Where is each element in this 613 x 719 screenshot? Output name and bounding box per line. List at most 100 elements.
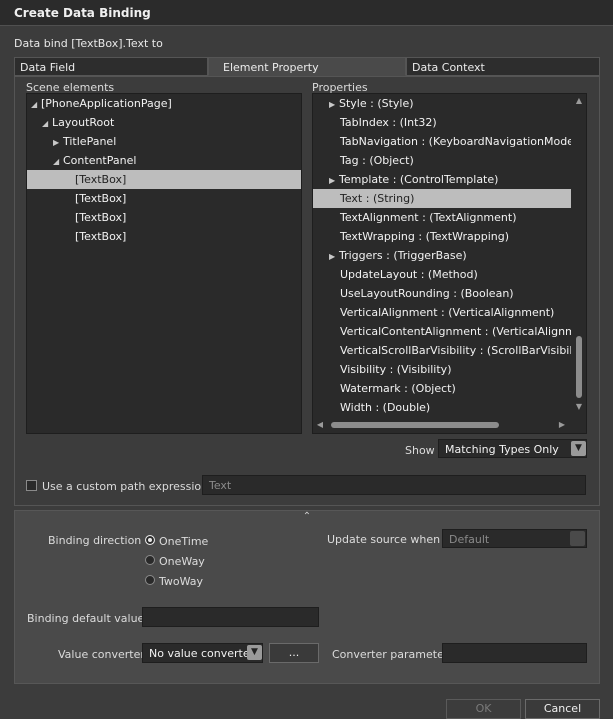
scroll-down-arrow-icon[interactable]: ▼ — [571, 402, 586, 411]
binding-target-label: Data bind [TextBox].Text to — [14, 37, 163, 50]
tree-item-textbox[interactable]: [TextBox] — [27, 227, 301, 246]
property-item[interactable]: UpdateLayout : (Method) — [313, 265, 571, 284]
scroll-right-arrow-icon[interactable]: ▶ — [557, 420, 567, 429]
properties-horizontal-scrollbar[interactable]: ◀ ▶ — [313, 417, 571, 433]
scroll-up-arrow-icon[interactable]: ▲ — [571, 96, 586, 105]
property-item[interactable]: ▶ Template : (ControlTemplate) — [313, 170, 571, 189]
tab-label: Data Context — [412, 61, 485, 74]
property-label: Watermark : (Object) — [340, 382, 456, 395]
binding-default-value-input[interactable] — [142, 607, 319, 627]
custom-path-input[interactable]: Text — [202, 475, 586, 495]
tree-item-label: [PhoneApplicationPage] — [41, 97, 172, 110]
converter-parameter-label: Converter parameter — [332, 648, 449, 661]
scene-elements-tree[interactable]: ◢ [PhoneApplicationPage] ◢ LayoutRoot ▶ Tit… — [26, 93, 302, 434]
property-item-selected[interactable]: Text : (String) — [313, 189, 571, 208]
property-label: TabIndex : (Int32) — [340, 116, 437, 129]
property-item[interactable]: Visibility : (Visibility) — [313, 360, 571, 379]
update-source-value: Default — [449, 533, 490, 546]
property-label: Visibility : (Visibility) — [340, 363, 452, 376]
property-item[interactable]: ▶ Triggers : (TriggerBase) — [313, 246, 571, 265]
vertical-scroll-thumb[interactable] — [576, 336, 582, 398]
update-source-dropdown[interactable]: Default — [442, 529, 587, 548]
tree-item-label: [TextBox] — [75, 192, 127, 205]
property-item[interactable]: VerticalAlignment : (VerticalAlignment) — [313, 303, 571, 322]
properties-list[interactable]: ▶ Style : (Style) TabIndex : (Int32) TabN… — [312, 93, 587, 434]
property-item[interactable]: TabIndex : (Int32) — [313, 113, 571, 132]
custom-path-checkbox[interactable] — [26, 480, 37, 491]
property-label: TextAlignment : (TextAlignment) — [340, 211, 517, 224]
tree-item-label: [TextBox] — [75, 173, 127, 186]
radio-oneway[interactable] — [145, 555, 155, 565]
property-label: Text : (String) — [340, 192, 415, 205]
property-item[interactable]: UseLayoutRounding : (Boolean) — [313, 284, 571, 303]
scroll-left-arrow-icon[interactable]: ◀ — [315, 420, 325, 429]
value-converter-browse-button[interactable]: ... — [269, 643, 319, 663]
update-source-label: Update source when — [327, 533, 441, 546]
tab-label: Data Field — [20, 61, 76, 74]
property-item[interactable]: ▶ Style : (Style) — [313, 94, 571, 113]
horizontal-scroll-thumb[interactable] — [331, 422, 499, 428]
tab-data-field[interactable]: Data Field — [14, 57, 208, 76]
value-converter-label: Value converter — [58, 648, 145, 661]
value-converter-value: No value converter — [149, 647, 255, 660]
property-item[interactable]: VerticalScrollBarVisibility : (ScrollBar… — [313, 341, 571, 360]
value-converter-dropdown[interactable]: No value converter ▼ — [142, 643, 263, 663]
property-label: TabNavigation : (KeyboardNavigationMode) — [340, 135, 571, 148]
property-label: Tag : (Object) — [340, 154, 414, 167]
binding-direction-label: Binding direction — [48, 534, 142, 547]
tree-item-label: TitlePanel — [63, 135, 117, 148]
converter-parameter-input[interactable] — [442, 643, 587, 663]
tab-strip: Data Field Element Property Data Context — [14, 57, 600, 76]
radio-twoway-label: TwoWay — [159, 575, 204, 588]
property-label: UseLayoutRounding : (Boolean) — [340, 287, 514, 300]
expand-triangle-icon[interactable]: ▶ — [329, 247, 339, 265]
tree-item-textbox[interactable]: [TextBox] — [27, 189, 301, 208]
property-item[interactable]: Width : (Double) — [313, 398, 571, 417]
show-dropdown[interactable]: Matching Types Only ▼ — [438, 439, 587, 458]
property-item[interactable]: TextWrapping : (TextWrapping) — [313, 227, 571, 246]
property-item[interactable]: Tag : (Object) — [313, 151, 571, 170]
show-label: Show — [405, 444, 435, 457]
tree-item-phoneapplicationpage[interactable]: ◢ [PhoneApplicationPage] — [27, 94, 301, 113]
property-item[interactable]: VerticalContentAlignment : (VerticalAlig… — [313, 322, 571, 341]
show-dropdown-value: Matching Types Only — [445, 443, 559, 456]
chevron-down-icon[interactable]: ▼ — [571, 441, 586, 456]
chevron-down-icon[interactable]: ▼ — [247, 645, 262, 660]
property-label: VerticalAlignment : (VerticalAlignment) — [340, 306, 555, 319]
tree-item-layoutroot[interactable]: ◢ LayoutRoot — [27, 113, 301, 132]
collapse-chevron-up-icon[interactable]: ⌃ — [300, 512, 314, 522]
tree-item-textbox-selected[interactable]: [TextBox] — [27, 170, 301, 189]
expand-triangle-icon[interactable]: ▶ — [329, 171, 339, 189]
property-label: VerticalContentAlignment : (VerticalAlig… — [340, 325, 571, 338]
tree-item-label: ContentPanel — [63, 154, 137, 167]
tab-data-context[interactable]: Data Context — [406, 57, 600, 76]
collapse-triangle-icon[interactable]: ◢ — [31, 95, 41, 114]
property-label: UpdateLayout : (Method) — [340, 268, 478, 281]
collapse-triangle-icon[interactable]: ◢ — [53, 152, 63, 171]
collapse-triangle-icon[interactable]: ◢ — [42, 114, 52, 133]
binding-default-value-label: Binding default value — [27, 612, 145, 625]
radio-onetime[interactable] — [145, 535, 155, 545]
tree-item-label: [TextBox] — [75, 211, 127, 224]
tree-item-label: [TextBox] — [75, 230, 127, 243]
property-item[interactable]: Watermark : (Object) — [313, 379, 571, 398]
properties-vertical-scrollbar[interactable]: ▲ ▼ — [571, 94, 586, 417]
property-label: TextWrapping : (TextWrapping) — [340, 230, 510, 243]
property-label: Template : (ControlTemplate) — [339, 173, 499, 186]
property-label: VerticalScrollBarVisibility : (ScrollBar… — [340, 344, 571, 357]
property-label: Triggers : (TriggerBase) — [339, 249, 467, 262]
update-source-dropdown-button[interactable] — [570, 531, 585, 546]
tab-element-property[interactable]: Element Property — [208, 57, 406, 76]
property-item[interactable]: TextAlignment : (TextAlignment) — [313, 208, 571, 227]
tree-item-textbox[interactable]: [TextBox] — [27, 208, 301, 227]
expand-triangle-icon[interactable]: ▶ — [329, 95, 339, 113]
property-item[interactable]: TabNavigation : (KeyboardNavigationMode) — [313, 132, 571, 151]
radio-twoway[interactable] — [145, 575, 155, 585]
ok-button[interactable]: OK — [446, 699, 521, 719]
property-label: Width : (Double) — [340, 401, 431, 414]
tree-item-titlepanel[interactable]: ▶ TitlePanel — [27, 132, 301, 151]
tree-item-label: LayoutRoot — [52, 116, 115, 129]
cancel-button[interactable]: Cancel — [525, 699, 600, 719]
expand-triangle-icon[interactable]: ▶ — [53, 133, 63, 152]
tree-item-contentpanel[interactable]: ◢ ContentPanel — [27, 151, 301, 170]
